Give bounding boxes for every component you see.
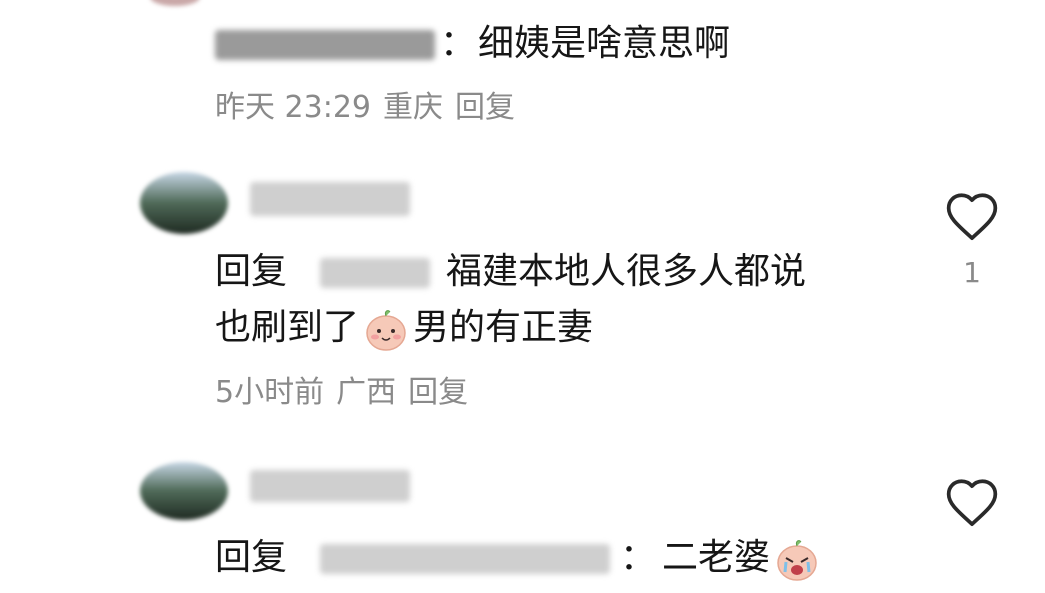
comment-2-text-line2b: 男的有正妻 <box>413 307 594 348</box>
username-blurred[interactable] <box>215 30 435 60</box>
like-button[interactable] <box>944 476 1000 528</box>
avatar[interactable] <box>140 462 228 520</box>
username-blurred[interactable] <box>250 470 410 502</box>
comment-2-location: 广西 <box>336 375 397 410</box>
comment-3-reply-prefix: 回复 <box>215 537 288 578</box>
cry-emoji-icon <box>774 536 820 582</box>
like-button[interactable] <box>944 190 1000 242</box>
comment-3-text-body: 二老婆 <box>662 537 771 578</box>
comment-2-text-line2a: 也刷到了 <box>215 307 360 348</box>
comment-3-colon: ： <box>620 537 657 578</box>
comment-2-time: 5小时前 <box>215 375 325 410</box>
comment-1-meta: 昨天 23:29 重庆 回复 <box>215 90 527 126</box>
comment-1-reply-button[interactable]: 回复 <box>455 90 515 125</box>
comment-2-reply-prefix: 回复 <box>215 251 288 292</box>
heart-outline-icon <box>946 479 998 527</box>
avatar[interactable] <box>140 172 228 234</box>
reply-target-blurred[interactable] <box>320 258 430 288</box>
comment-2-meta: 5小时前 广西 回复 <box>215 375 480 411</box>
comment-1-location: 重庆 <box>383 90 443 125</box>
like-count: 1 <box>963 256 981 289</box>
avatar-partial <box>150 0 200 6</box>
comment-1-time: 昨天 23:29 <box>215 90 371 125</box>
reply-target-blurred[interactable] <box>320 544 610 574</box>
comment-2-text-line2: 也刷到了 男的有正妻 <box>215 306 593 352</box>
comment-2-text-line1: 福建本地人很多人都说 <box>446 251 807 292</box>
heart-outline-icon <box>946 193 998 241</box>
comment-1-colon: ： <box>440 23 477 64</box>
comment-2-reply-button[interactable]: 回复 <box>408 375 468 410</box>
username-blurred[interactable] <box>250 182 410 216</box>
smile-emoji-icon <box>363 306 409 352</box>
comment-3-text: 二老婆 <box>662 536 824 582</box>
comment-1-text: 细姨是啥意思啊 <box>478 23 731 64</box>
